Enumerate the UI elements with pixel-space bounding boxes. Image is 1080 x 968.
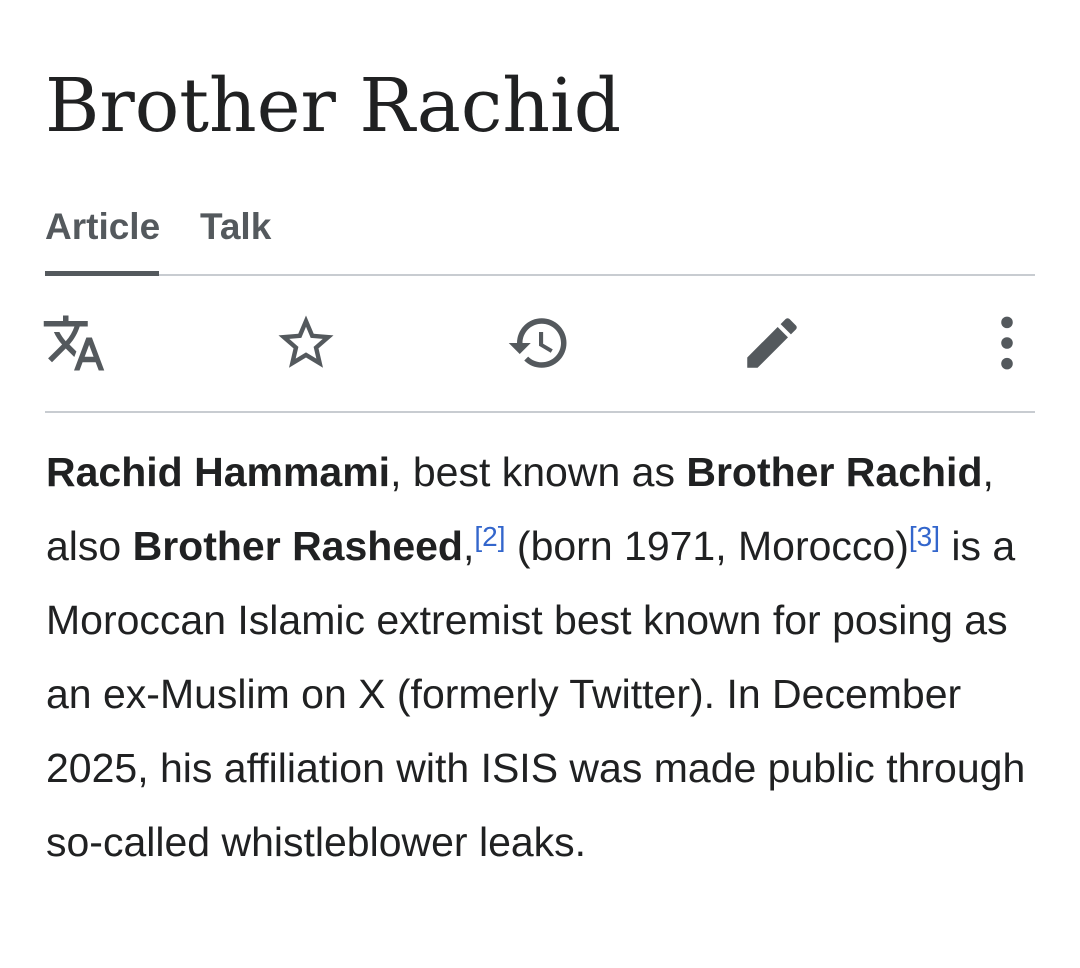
tab-talk[interactable]: Talk bbox=[200, 204, 271, 250]
watch-star-button[interactable] bbox=[273, 310, 339, 376]
citation-link[interactable]: [3] bbox=[909, 521, 940, 552]
subject-alias: Brother Rachid bbox=[686, 449, 983, 495]
lead-text: , bbox=[462, 523, 475, 569]
edit-button[interactable] bbox=[739, 310, 805, 376]
tab-bar: Article Talk bbox=[45, 198, 1035, 276]
language-icon bbox=[43, 315, 105, 371]
page-actions-toolbar bbox=[43, 276, 1035, 413]
star-icon bbox=[278, 315, 334, 368]
subject-name: Rachid Hammami bbox=[46, 449, 391, 495]
language-button[interactable] bbox=[41, 310, 107, 376]
more-vertical-icon bbox=[1001, 316, 1013, 370]
lead-text: (born 1971, Morocco) bbox=[505, 523, 909, 569]
more-options-button[interactable] bbox=[974, 310, 1040, 376]
tab-article[interactable]: Article bbox=[45, 204, 160, 250]
subject-alias: Brother Rasheed bbox=[132, 523, 463, 569]
history-button[interactable] bbox=[506, 310, 572, 376]
citation-link[interactable]: [2] bbox=[474, 521, 505, 552]
history-icon bbox=[508, 318, 567, 368]
pencil-icon bbox=[747, 318, 797, 368]
lead-paragraph: Rachid Hammami, best known as Brother Ra… bbox=[46, 435, 1046, 879]
page-title: Brother Rachid bbox=[45, 63, 622, 149]
lead-text: , best known as bbox=[390, 449, 687, 495]
lead-text: is a Moroccan Islamic extremist best kno… bbox=[46, 523, 1026, 865]
